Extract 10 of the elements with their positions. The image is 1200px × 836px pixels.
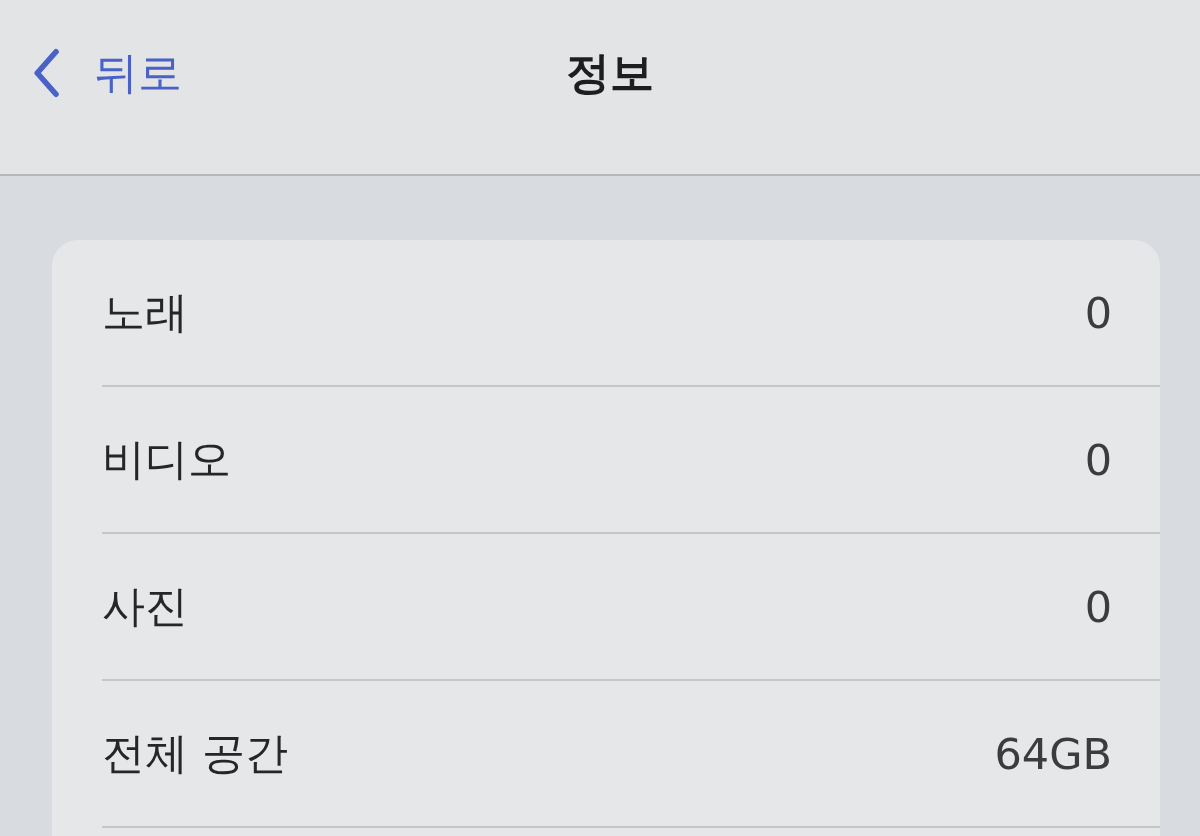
back-button[interactable]: 뒤로 xyxy=(0,46,182,100)
screen-title: 정보 xyxy=(565,45,654,100)
row-label: 전체 공간 xyxy=(102,726,288,780)
row-value: 64GB xyxy=(994,728,1112,779)
row-value: 0 xyxy=(1084,434,1112,485)
row-value: 0 xyxy=(1084,581,1112,632)
row-label: 사진 xyxy=(102,579,188,633)
row-value: 0 xyxy=(1084,287,1112,338)
row-label: 노래 xyxy=(102,285,188,339)
row-label: 비디오 xyxy=(102,432,231,486)
